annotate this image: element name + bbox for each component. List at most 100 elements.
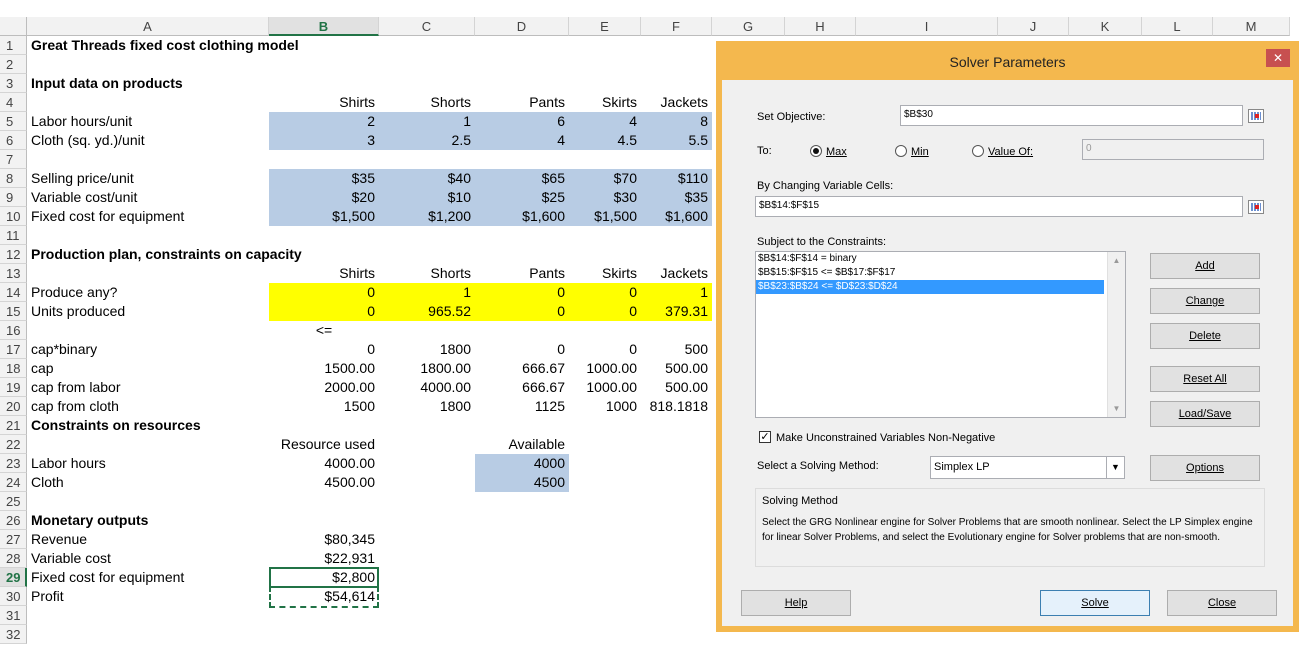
cell-c19[interactable]: 4000.00 <box>383 378 471 397</box>
cell-a29[interactable]: Fixed cost for equipment <box>31 568 184 587</box>
cell-f18[interactable]: 500.00 <box>645 359 708 378</box>
column-header-l[interactable]: L <box>1142 17 1213 36</box>
cell-e6[interactable]: 4.5 <box>573 131 637 150</box>
cell-d19[interactable]: 666.67 <box>479 378 565 397</box>
cell-f20[interactable]: 818.1818 <box>645 397 708 416</box>
cell-b18[interactable]: 1500.00 <box>273 359 375 378</box>
cell-e15[interactable]: 0 <box>573 302 637 321</box>
cell-b27[interactable]: $80,345 <box>273 530 375 549</box>
row-header-19[interactable]: 19 <box>0 378 27 397</box>
cell-e9[interactable]: $30 <box>573 188 637 207</box>
cell-f4[interactable]: Jackets <box>645 93 708 112</box>
row-header-20[interactable]: 20 <box>0 397 27 416</box>
column-header-b[interactable]: B <box>269 17 379 36</box>
value-of-input[interactable]: 0 <box>1082 139 1264 160</box>
cell-d4[interactable]: Pants <box>479 93 565 112</box>
cell-a17[interactable]: cap*binary <box>31 340 97 359</box>
cell-a3[interactable]: Input data on products <box>31 74 183 93</box>
cell-c9[interactable]: $10 <box>383 188 471 207</box>
cell-c14[interactable]: 1 <box>383 283 471 302</box>
cell-b13[interactable]: Shirts <box>273 264 375 283</box>
cell-c20[interactable]: 1800 <box>383 397 471 416</box>
close-icon[interactable]: ✕ <box>1266 49 1290 67</box>
cell-e17[interactable]: 0 <box>573 340 637 359</box>
cell-e8[interactable]: $70 <box>573 169 637 188</box>
column-header-j[interactable]: J <box>998 17 1069 36</box>
add-button[interactable]: Add <box>1150 253 1260 279</box>
cell-c17[interactable]: 1800 <box>383 340 471 359</box>
scroll-down-icon[interactable]: ▼ <box>1108 400 1125 417</box>
solve-button[interactable]: Solve <box>1040 590 1150 616</box>
cell-b9[interactable]: $20 <box>273 188 375 207</box>
row-header-13[interactable]: 13 <box>0 264 27 283</box>
cell-f8[interactable]: $110 <box>645 169 708 188</box>
row-header-11[interactable]: 11 <box>0 226 27 245</box>
min-radio[interactable] <box>895 145 907 157</box>
cell-c10[interactable]: $1,200 <box>383 207 471 226</box>
cell-d10[interactable]: $1,600 <box>479 207 565 226</box>
cell-e18[interactable]: 1000.00 <box>573 359 637 378</box>
cell-e14[interactable]: 0 <box>573 283 637 302</box>
row-header-8[interactable]: 8 <box>0 169 27 188</box>
set-objective-input[interactable]: $B$30 <box>900 105 1243 126</box>
cell-b24[interactable]: 4500.00 <box>273 473 375 492</box>
cell-a8[interactable]: Selling price/unit <box>31 169 134 188</box>
row-header-10[interactable]: 10 <box>0 207 27 226</box>
cell-d20[interactable]: 1125 <box>479 397 565 416</box>
cell-a27[interactable]: Revenue <box>31 530 87 549</box>
row-header-32[interactable]: 32 <box>0 625 27 644</box>
cell-e13[interactable]: Skirts <box>573 264 637 283</box>
changing-cells-input[interactable]: $B$14:$F$15 <box>755 196 1243 217</box>
cell-a6[interactable]: Cloth (sq. yd.)/unit <box>31 131 145 150</box>
cell-a21[interactable]: Constraints on resources <box>31 416 201 435</box>
cell-e19[interactable]: 1000.00 <box>573 378 637 397</box>
help-button[interactable]: Help <box>741 590 851 616</box>
cell-d9[interactable]: $25 <box>479 188 565 207</box>
row-header-31[interactable]: 31 <box>0 606 27 625</box>
cell-f9[interactable]: $35 <box>645 188 708 207</box>
cell-e20[interactable]: 1000 <box>573 397 637 416</box>
constraint-item[interactable]: $B$15:$F$15 <= $B$17:$F$17 <box>756 266 1125 280</box>
column-header-e[interactable]: E <box>569 17 641 36</box>
column-header-c[interactable]: C <box>379 17 475 36</box>
row-header-6[interactable]: 6 <box>0 131 27 150</box>
row-header-22[interactable]: 22 <box>0 435 27 454</box>
delete-button[interactable]: Delete <box>1150 323 1260 349</box>
cell-d14[interactable]: 0 <box>479 283 565 302</box>
cell-a18[interactable]: cap <box>31 359 54 378</box>
cell-a23[interactable]: Labor hours <box>31 454 106 473</box>
row-header-27[interactable]: 27 <box>0 530 27 549</box>
cell-b16[interactable]: <= <box>273 321 375 340</box>
cell-b10[interactable]: $1,500 <box>273 207 375 226</box>
cell-c8[interactable]: $40 <box>383 169 471 188</box>
column-header-f[interactable]: F <box>641 17 712 36</box>
cell-c13[interactable]: Shorts <box>383 264 471 283</box>
close-button[interactable]: Close <box>1167 590 1277 616</box>
cell-d6[interactable]: 4 <box>479 131 565 150</box>
row-header-18[interactable]: 18 <box>0 359 27 378</box>
cell-c4[interactable]: Shorts <box>383 93 471 112</box>
column-header-d[interactable]: D <box>475 17 569 36</box>
load-save-button[interactable]: Load/Save <box>1150 401 1260 427</box>
row-header-15[interactable]: 15 <box>0 302 27 321</box>
cell-b22[interactable]: Resource used <box>273 435 375 454</box>
row-header-7[interactable]: 7 <box>0 150 27 169</box>
cell-c18[interactable]: 1800.00 <box>383 359 471 378</box>
active-cell-b29[interactable] <box>269 567 379 588</box>
cell-d24[interactable]: 4500 <box>479 473 565 492</box>
row-header-4[interactable]: 4 <box>0 93 27 112</box>
cell-d5[interactable]: 6 <box>479 112 565 131</box>
cell-d22[interactable]: Available <box>479 435 565 454</box>
column-header-i[interactable]: I <box>856 17 998 36</box>
cell-e5[interactable]: 4 <box>573 112 637 131</box>
row-header-28[interactable]: 28 <box>0 549 27 568</box>
cell-d23[interactable]: 4000 <box>479 454 565 473</box>
reset-all-button[interactable]: Reset All <box>1150 366 1260 392</box>
cell-d18[interactable]: 666.67 <box>479 359 565 378</box>
cell-a19[interactable]: cap from labor <box>31 378 120 397</box>
max-radio[interactable] <box>810 145 822 157</box>
changing-cells-range-picker-icon[interactable] <box>1248 200 1264 214</box>
cell-a1[interactable]: Great Threads fixed cost clothing model <box>31 36 299 55</box>
cell-b14[interactable]: 0 <box>273 283 375 302</box>
cell-b17[interactable]: 0 <box>273 340 375 359</box>
